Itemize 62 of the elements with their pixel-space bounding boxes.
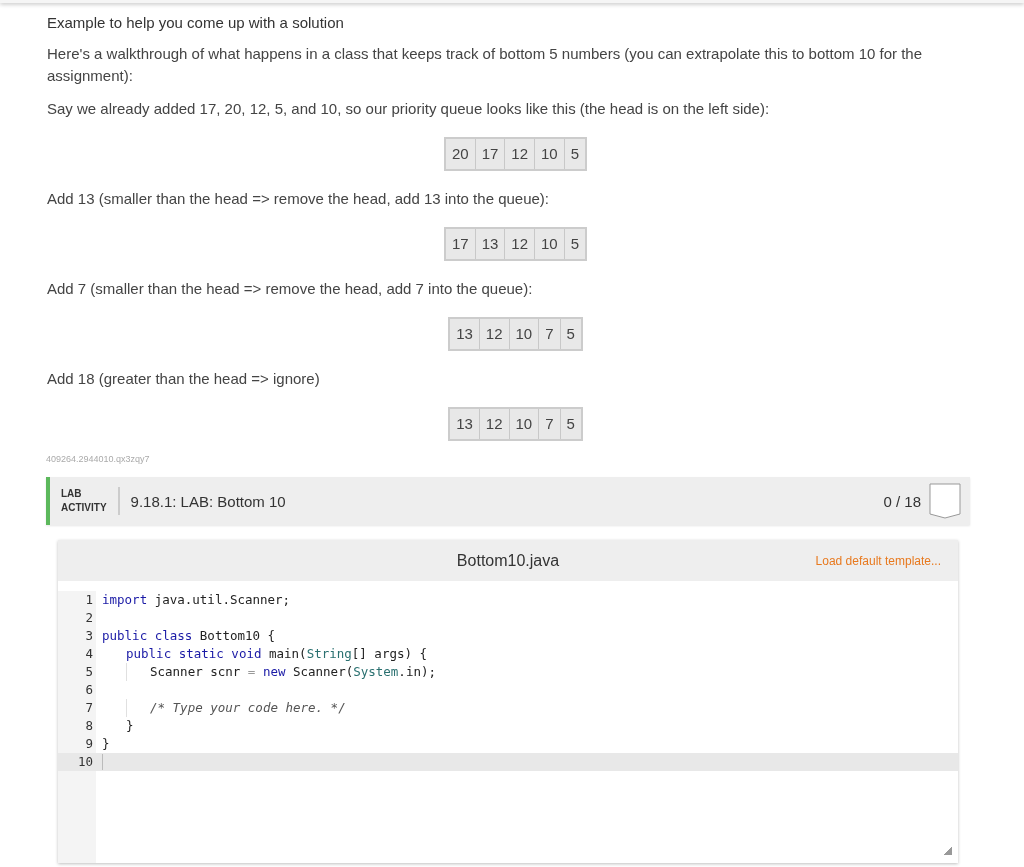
queue-cell: 13 [450, 319, 480, 349]
code-text: new [262, 663, 286, 681]
queue-cell-text: 5 [565, 414, 576, 434]
line-number: 2 [84, 609, 94, 627]
code-text: public class [102, 627, 193, 645]
paragraph: Add 18 (greater than the head => ignore) [47, 369, 321, 389]
code-editor[interactable]: 1 2 3 4 5 6 7 8 9 10 import java.util.Scanner; public class Bottom10 { public static void main(String[] args) { Scanner scnr = new Scanner(System.in); /* Type your code here. */ } } [58, 581, 958, 863]
queue-cell: 12 [505, 139, 535, 169]
line-number: 7 [84, 699, 94, 717]
paragraph: Say we already added 17, 20, 12, 5, and 10, so our priority queue looks like this (the head is on the left side): [47, 99, 771, 119]
code-text: System [353, 663, 399, 681]
text-cursor [102, 754, 103, 770]
code-comment: /* Type your code here. */ [150, 699, 346, 717]
code-text: String [306, 645, 352, 663]
code-text: public static void [126, 645, 262, 663]
code-text: } [102, 735, 110, 753]
queue-cell: 10 [509, 319, 540, 349]
resize-handle-icon[interactable] [944, 847, 952, 855]
paragraph: Add 7 (smaller than the head => remove the head, add 7 into the queue): [47, 279, 534, 299]
code-text: [] args) { [351, 645, 428, 663]
section-heading: Example to help you come up with a solution [47, 14, 345, 32]
queue-cell-text: 5 [565, 324, 576, 344]
line-number: 4 [84, 645, 94, 663]
line-number: 8 [84, 717, 94, 735]
queue-cell: 7 [539, 409, 561, 439]
line-number: 10 [58, 753, 96, 771]
lab-label: ACTIVITY [61, 501, 107, 515]
paragraph: Here's a walkthrough of what happens in a class that keeps track of bottom 5 numbers (you can extrapolate this to bottom 10 for the assignment): [47, 44, 923, 86]
code-text: .in); [398, 663, 436, 681]
queue-cell-text: 5 [569, 144, 581, 164]
line-number: 6 [84, 681, 94, 699]
code-text: java.util.Scanner; [153, 591, 291, 609]
queue-cell: 12 [505, 229, 535, 259]
line-number: 1 [84, 591, 94, 609]
queue-cell-text: 5 [569, 234, 581, 254]
queue-cell: 13 [450, 409, 480, 439]
content-id: 409264.2944010.qx3zqy7 [46, 453, 151, 465]
code-text: } [126, 717, 134, 735]
queue-cell: 13 [475, 229, 506, 259]
queue-cell: 12 [479, 319, 510, 349]
paragraph: Add 13 (smaller than the head => remove the head, add 13 into the queue): [47, 189, 551, 209]
queue-cell: 10 [509, 409, 540, 439]
queue-cell: 20 [445, 139, 476, 169]
line-number: 3 [84, 627, 94, 645]
code-text: = [247, 663, 256, 681]
queue-cell: 10 [535, 229, 565, 259]
score-text: 0 / 18 [883, 492, 921, 510]
file-name: Bottom10.java [456, 551, 560, 570]
code-text: import [102, 591, 148, 609]
queue-cell: 12 [479, 409, 510, 439]
code-text: main( [268, 645, 307, 663]
queue-cell: 10 [535, 139, 565, 169]
lab-title: 9.18.1: LAB: Bottom 10 [129, 492, 287, 510]
code-text: Scanner( [292, 663, 354, 681]
queue-cell: 7 [539, 319, 561, 349]
code-text: Bottom10 { [198, 627, 276, 645]
line-number: 5 [84, 663, 94, 681]
code-text: Scanner scnr [150, 663, 242, 681]
queue-cell: 17 [445, 229, 476, 259]
line-number: 9 [84, 735, 94, 753]
lab-label: LAB [61, 487, 83, 501]
queue-cell: 17 [475, 139, 506, 169]
